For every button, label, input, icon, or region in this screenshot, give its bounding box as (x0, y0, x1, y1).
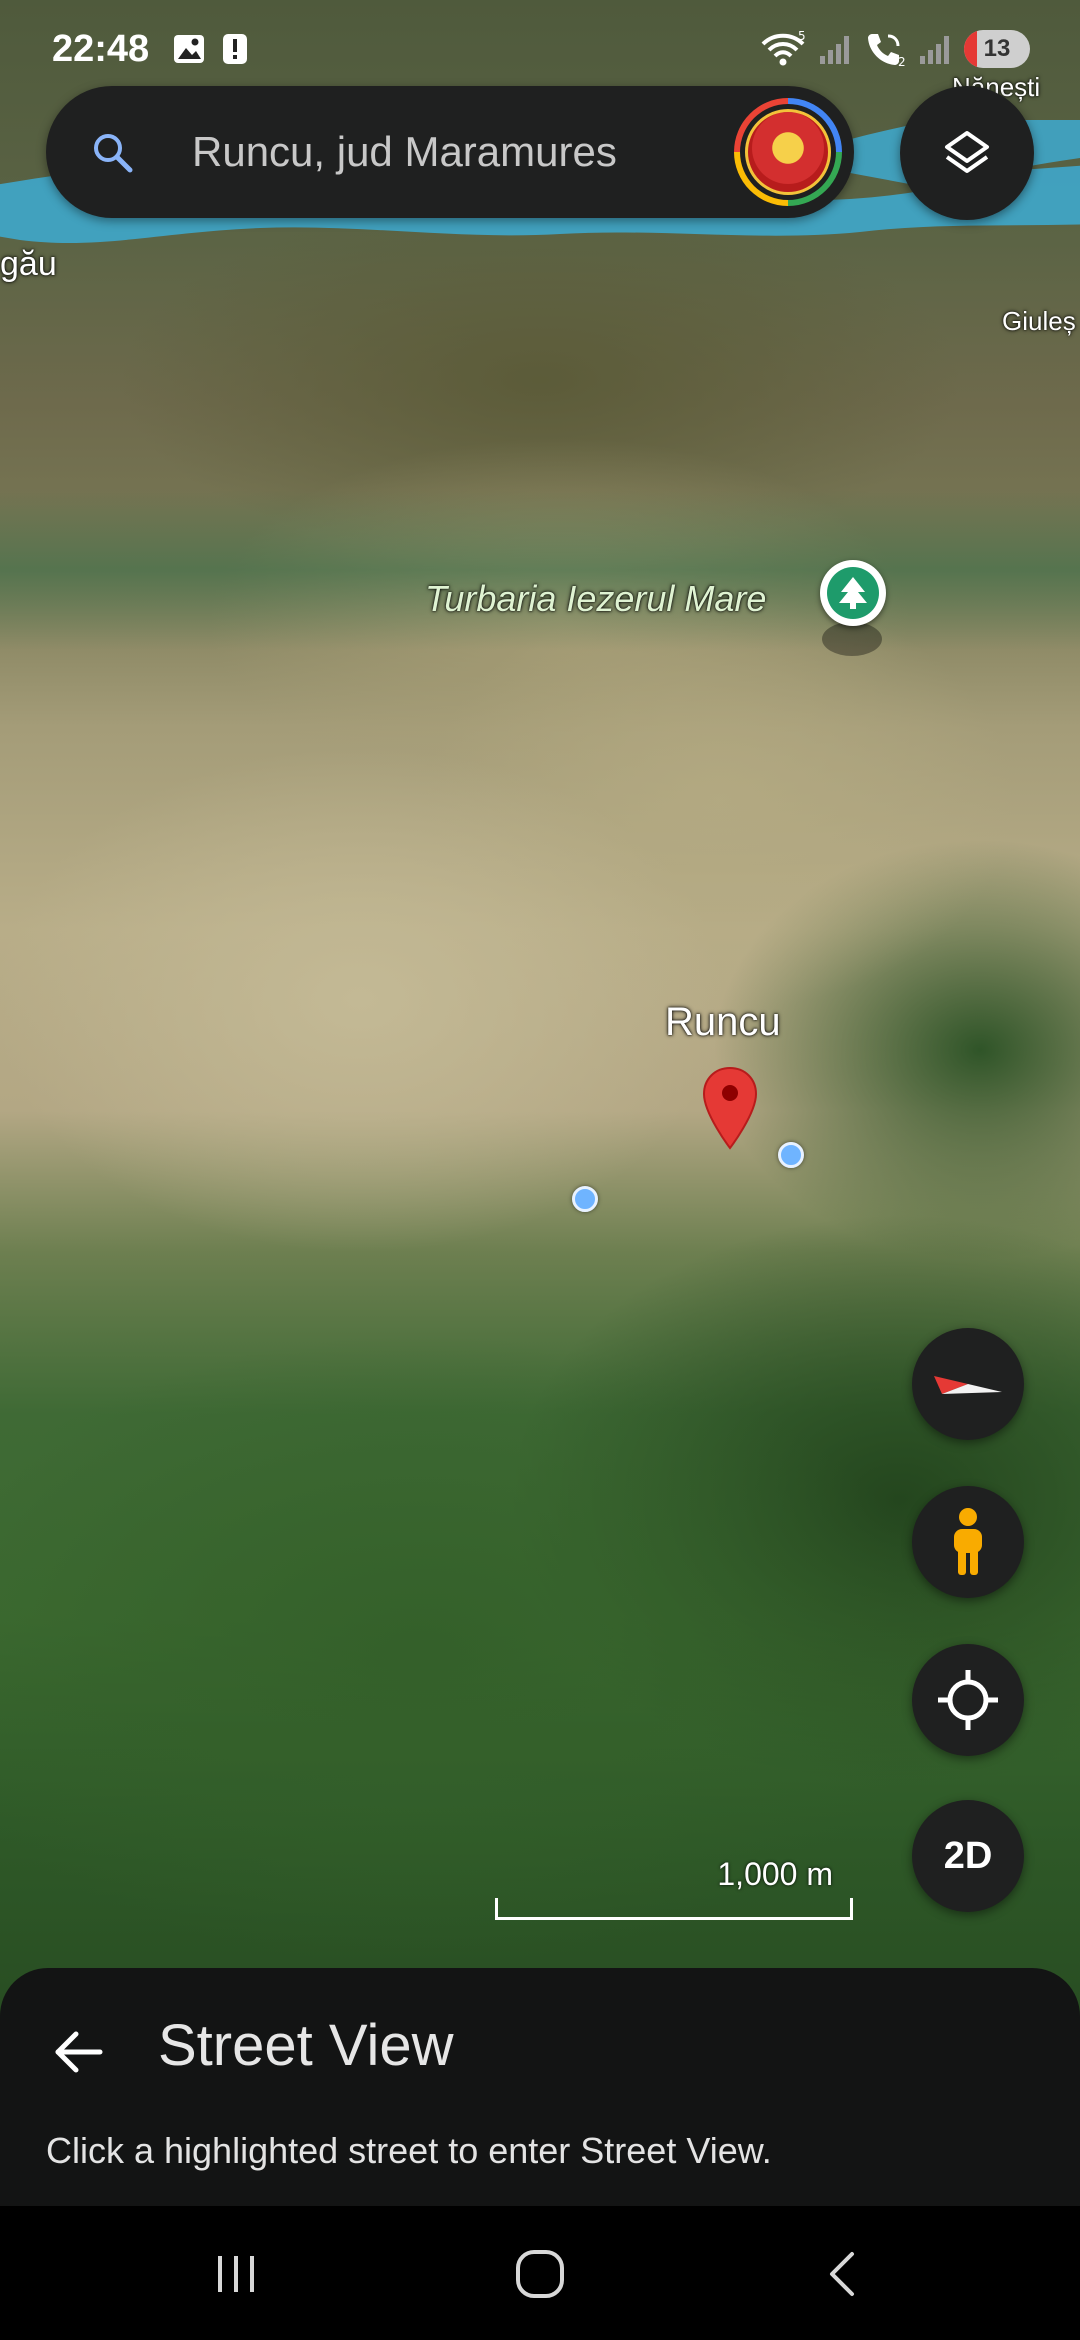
pegman-icon (954, 1508, 982, 1575)
scale-label: 1,000 m (717, 1856, 833, 1892)
search-icon[interactable] (88, 128, 136, 176)
system-nav-bar (0, 2206, 1080, 2340)
wifi-badge: 5 (798, 30, 806, 43)
avatar-emblem (745, 109, 831, 195)
back-button[interactable] (46, 2020, 110, 2084)
scale-bar (495, 1898, 853, 1920)
home-icon (516, 2250, 564, 2298)
signal-icon (820, 36, 849, 64)
account-avatar[interactable] (734, 98, 842, 206)
map-label-runcu[interactable]: Runcu (665, 1000, 781, 1045)
sheet-hint: Click a highlighted street to enter Stre… (46, 2130, 772, 2171)
poi-pin-turbaria[interactable] (820, 560, 886, 626)
street-view-dot[interactable] (778, 1142, 804, 1168)
map-label-gau[interactable]: gău (0, 245, 57, 284)
street-view-sheet: Street View Click a highlighted street t… (0, 1968, 1080, 2206)
layers-icon (945, 131, 989, 173)
map-label-turbaria[interactable]: Turbaria Iezerul Mare (425, 578, 766, 620)
home-button[interactable] (500, 2242, 580, 2306)
recent-apps-icon (218, 2256, 254, 2292)
map-label-giules[interactable]: Giuleș (1002, 306, 1076, 337)
map-scale: 1,000 m (495, 1856, 853, 1920)
street-view-dot[interactable] (572, 1186, 598, 1212)
my-location-icon (938, 1670, 998, 1730)
my-location-button[interactable] (912, 1644, 1024, 1756)
search-input[interactable] (192, 116, 752, 188)
alert-notification-icon (223, 34, 247, 64)
image-notification-icon (174, 35, 204, 63)
search-bar[interactable] (46, 86, 854, 218)
signal-icon-2 (920, 36, 949, 64)
wifi-calling-icon: 2 (868, 34, 906, 68)
terrain-shading (0, 490, 1080, 650)
view-2d-button[interactable]: 2D (912, 1800, 1024, 1912)
arrow-back-icon (55, 2031, 103, 2073)
status-system-icons: 5 2 13 (760, 30, 1030, 68)
back-nav-button[interactable] (802, 2242, 882, 2306)
compass-button[interactable] (912, 1328, 1024, 1440)
pegman-button[interactable] (912, 1486, 1024, 1598)
wifi-icon: 5 (761, 30, 806, 66)
compass-icon (934, 1376, 1002, 1394)
chevron-left-icon (830, 2252, 854, 2296)
status-bar: 22:48 5 2 13 (0, 0, 1080, 100)
recent-apps-button[interactable] (196, 2242, 276, 2306)
sheet-title: Street View (158, 2013, 454, 2078)
layers-button[interactable] (900, 86, 1034, 220)
status-time: 22:48 (52, 28, 150, 70)
poi-pin-shadow (822, 622, 882, 656)
location-marker-icon[interactable] (702, 1066, 758, 1150)
status-notification-icons (172, 32, 248, 66)
battery-icon: 13 (964, 30, 1030, 68)
battery-level: 13 (983, 35, 1011, 62)
tree-icon (839, 577, 867, 609)
call-badge: 2 (898, 55, 906, 68)
